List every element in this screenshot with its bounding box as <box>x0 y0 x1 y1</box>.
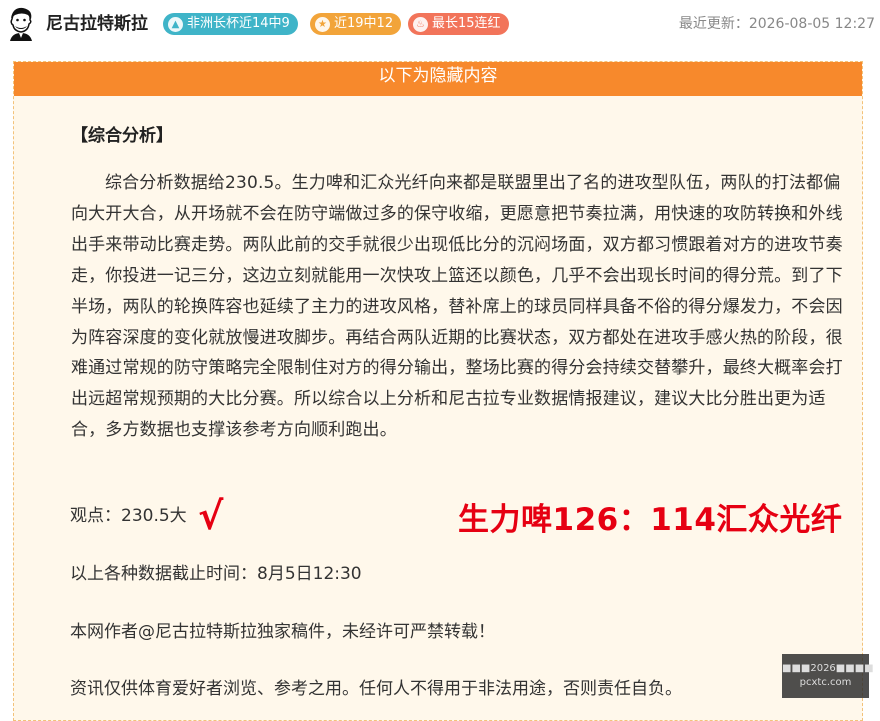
check-mark: √ <box>198 494 224 538</box>
disclaimer-text: 资讯仅供体育爱好者浏览、参考之用。任何人不得用于非法用途，否则责任自负。 <box>70 679 682 699</box>
analysis-paragraph: 综合分析数据给230.5。生力啤和汇众光纤向来都是联盟里出了名的进攻型队伍，两队… <box>71 173 843 441</box>
copyright-text: 本网作者@尼古拉特斯拉独家稿件，未经许可严禁转载！ <box>70 622 495 642</box>
article-body: 【综合分析】 综合分析数据给230.5。生力啤和汇众光纤向来都是联盟里出了名的进… <box>71 124 846 446</box>
badge-win-record: ▲ 非洲长杯近14中9 <box>163 13 298 35</box>
watermark-line1: ■■■2026■■■■ <box>782 663 874 674</box>
hidden-content-banner: 以下为隐藏内容 <box>14 62 862 96</box>
badge-label: 近19中12 <box>334 16 394 31</box>
author-name[interactable]: 尼古拉特斯拉 <box>46 12 148 36</box>
view-text: 观点：230.5大 <box>70 506 187 526</box>
badge-recent-record: ★ 近19中12 <box>310 13 402 35</box>
badge-label: 最长15连红 <box>432 16 501 31</box>
last-updated: 最近更新：2026-08-05 12:27 <box>678 16 875 32</box>
section-heading: 【综合分析】 <box>71 126 173 146</box>
site-watermark: ■■■2026■■■■ pcxtc.com <box>782 654 874 698</box>
score-result: 生力啤126：114汇众光纤 <box>458 502 843 538</box>
flame-icon: ♨ <box>413 16 428 32</box>
star-icon: ★ <box>315 16 330 32</box>
watermark-line2: pcxtc.com <box>799 677 852 688</box>
author-header: 尼古拉特斯拉 ▲ 非洲长杯近14中9 ★ 近19中12 ♨ 最长15连红 最近更… <box>0 0 880 48</box>
data-cutoff-text: 以上各种数据截止时间：8月5日12:30 <box>70 564 362 584</box>
author-avatar[interactable] <box>6 7 36 41</box>
badge-label: 非洲长杯近14中9 <box>187 16 290 31</box>
arrow-up-icon: ▲ <box>168 16 183 32</box>
badge-streak: ♨ 最长15连红 <box>408 13 509 35</box>
